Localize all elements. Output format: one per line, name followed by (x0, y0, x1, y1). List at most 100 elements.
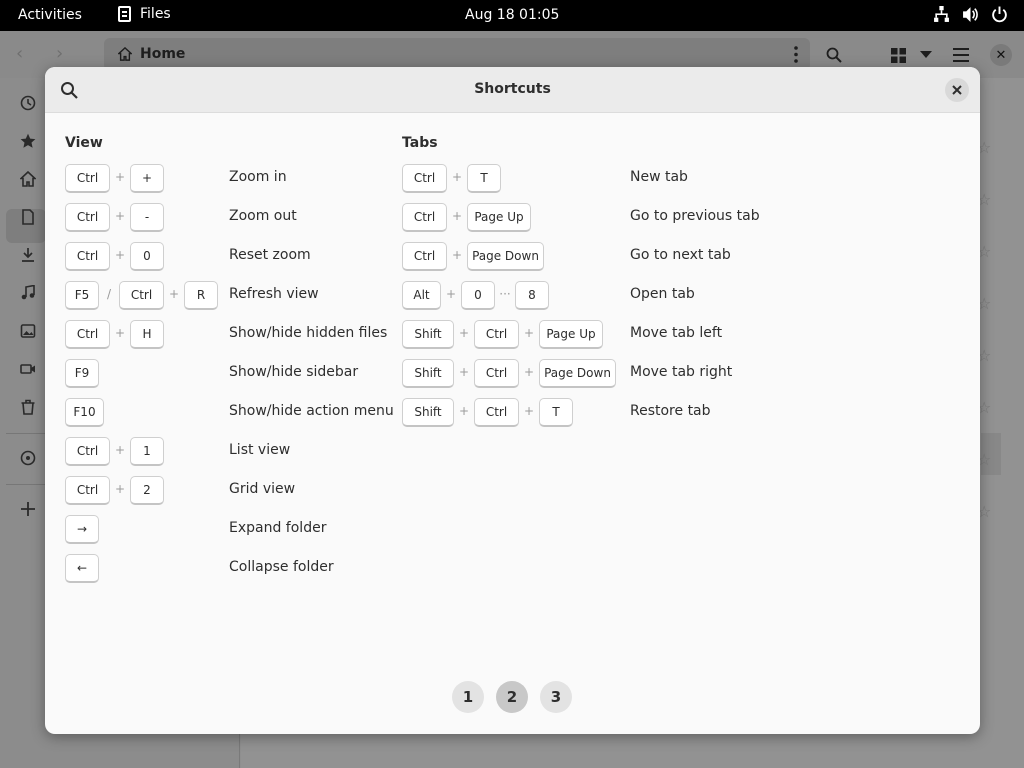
key-separator: + (114, 248, 126, 262)
window-close-button[interactable]: ✕ (990, 44, 1012, 66)
page-button-2[interactable]: 2 (496, 681, 528, 713)
recent-icon[interactable] (20, 95, 36, 111)
shortcut-description: Open tab (630, 286, 695, 302)
key-cap: Page Down (539, 359, 616, 388)
key-separator: + (451, 248, 463, 262)
home-icon[interactable] (20, 171, 36, 187)
key-cap: Alt (402, 281, 441, 310)
key-cap: Ctrl (474, 359, 519, 388)
activities-button[interactable]: Activities (18, 7, 82, 23)
key-cap: Ctrl (474, 398, 519, 427)
shortcut-description: Grid view (229, 481, 296, 497)
key-cap: Ctrl (65, 203, 110, 232)
app-name: Files (140, 6, 171, 22)
dialog-title: Shortcuts (474, 81, 551, 97)
videos-icon[interactable] (20, 361, 36, 377)
page-button-1[interactable]: 1 (452, 681, 484, 713)
close-icon: ✕ (995, 47, 1007, 63)
dialog-close-button[interactable] (945, 78, 969, 102)
key-cap: Ctrl (119, 281, 164, 310)
shortcut-description: Collapse folder (229, 559, 334, 575)
trash-icon[interactable] (20, 399, 36, 415)
shortcut-description: Go to next tab (630, 247, 731, 263)
home-icon (118, 47, 132, 61)
chevron-down-icon (920, 51, 932, 58)
key-separator: + (114, 326, 126, 340)
key-cap: Ctrl (65, 164, 110, 193)
key-separator: + (451, 209, 463, 223)
pictures-icon[interactable] (20, 323, 36, 339)
key-cap: 8 (515, 281, 549, 310)
key-separator: + (523, 365, 535, 379)
key-cap: Shift (402, 320, 454, 349)
forward-icon[interactable]: › (56, 45, 72, 63)
key-cap: Ctrl (402, 164, 447, 193)
shortcut-description: Go to previous tab (630, 208, 760, 224)
shortcut-description: Move tab left (630, 325, 723, 341)
section-title-tabs: Tabs (402, 135, 438, 151)
key-cap: Ctrl (65, 242, 110, 271)
section-title-view: View (65, 135, 103, 151)
dialog-header: Shortcuts (45, 67, 980, 113)
shortcut-description: Zoom out (229, 208, 297, 224)
shortcut-description: List view (229, 442, 291, 458)
key-cap: Page Up (539, 320, 603, 349)
key-separator: + (458, 404, 470, 418)
key-cap: Shift (402, 398, 454, 427)
key-separator: + (114, 209, 126, 223)
key-cap: 0 (130, 242, 164, 271)
downloads-icon[interactable] (20, 247, 36, 263)
key-cap: Shift (402, 359, 454, 388)
key-cap: Ctrl (402, 242, 447, 271)
key-separator: + (458, 326, 470, 340)
key-cap: F9 (65, 359, 99, 388)
key-separator: + (445, 287, 457, 301)
documents-icon[interactable] (20, 209, 36, 225)
close-icon (952, 85, 962, 95)
view-options-button[interactable] (915, 44, 937, 66)
more-options-icon[interactable] (794, 46, 798, 63)
key-cap: Page Down (467, 242, 544, 271)
key-separator: / (106, 287, 112, 301)
key-cap: T (467, 164, 501, 193)
key-separator: + (523, 404, 535, 418)
system-tray[interactable] (933, 6, 1008, 23)
network-icon (934, 6, 949, 22)
key-cap: T (539, 398, 573, 427)
key-cap: H (130, 320, 164, 349)
key-cap: R (184, 281, 218, 310)
music-icon[interactable] (20, 285, 36, 301)
key-cap: 1 (130, 437, 164, 466)
add-icon[interactable] (20, 501, 36, 517)
power-icon (992, 6, 1007, 23)
shortcut-description: Restore tab (630, 403, 711, 419)
disc-icon[interactable] (20, 450, 36, 466)
grid-view-button[interactable] (887, 44, 909, 66)
app-menu[interactable]: Files (118, 6, 171, 22)
key-separator: + (458, 365, 470, 379)
key-cap: F5 (65, 281, 99, 310)
clock[interactable]: Aug 18 01:05 (465, 7, 559, 23)
search-button[interactable] (823, 44, 845, 66)
shortcut-description: New tab (630, 169, 688, 185)
main-menu-button[interactable] (950, 44, 972, 66)
key-cap: Ctrl (65, 476, 110, 505)
shortcut-description: Reset zoom (229, 247, 311, 263)
starred-icon[interactable] (20, 133, 36, 149)
shortcuts-dialog: Shortcuts View Tabs Ctrl + + Zoom in Ctrl + - Z… (45, 67, 980, 734)
page-button-3[interactable]: 3 (540, 681, 572, 713)
volume-icon (963, 7, 978, 22)
key-separator: + (523, 326, 535, 340)
search-icon (826, 47, 842, 63)
shortcut-description: Zoom in (229, 169, 287, 185)
key-cap: F10 (65, 398, 104, 427)
shortcut-description: Show/hide sidebar (229, 364, 359, 380)
back-icon[interactable]: ‹ (16, 45, 32, 63)
shortcut-description: Refresh view (229, 286, 319, 302)
key-separator: + (168, 287, 180, 301)
key-cap: Ctrl (474, 320, 519, 349)
key-cap: 0 (461, 281, 495, 310)
shortcut-description: Show/hide hidden files (229, 325, 388, 341)
key-cap: - (130, 203, 164, 232)
key-cap: Page Up (467, 203, 531, 232)
